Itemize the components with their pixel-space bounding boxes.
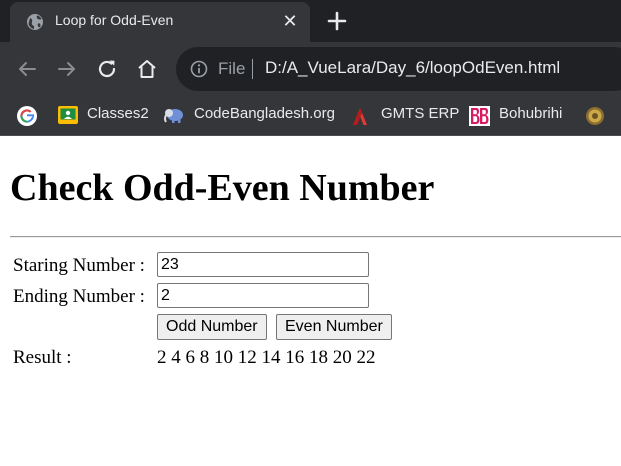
back-icon[interactable] [15,57,39,81]
protocol-label: File [218,59,246,78]
active-tab[interactable]: Loop for Odd-Even ✕ [10,2,310,42]
reload-icon[interactable] [95,57,119,81]
url-text[interactable]: D:/A_VueLara/Day_6/loopOdEven.html [265,58,560,78]
end-number-label: Ending Number : [13,286,145,307]
result-value: 2 4 6 8 10 12 14 16 18 20 22 [157,347,376,368]
elephant-icon [164,109,183,123]
page-content: Check Odd-Even Number Staring Number : E… [0,137,621,466]
bookmark-bohubrihi[interactable]: Bohubrihi [469,104,567,126]
home-icon[interactable] [135,57,159,81]
bookmarks-bar: Classes2 CodeBangladesh.org GMTS ERP Boh… [0,96,621,136]
red-a-icon [353,108,367,125]
start-number-label: Staring Number : [13,255,145,276]
tab-title: Loop for Odd-Even [55,12,174,28]
even-number-button[interactable]: Even Number [276,314,392,340]
bookmark-label: GMTS ERP [381,105,460,122]
horizontal-rule [10,236,621,238]
browser-toolbar: File D:/A_VueLara/Day_6/loopOdEven.html [0,42,621,96]
google-icon [17,106,37,126]
bookmark-google[interactable] [17,104,39,126]
bb-logo-icon [469,106,490,126]
page-title: Check Odd-Even Number [10,167,435,209]
odd-number-button[interactable]: Odd Number [157,314,267,340]
start-number-input[interactable] [157,252,369,277]
classroom-icon [58,106,78,124]
bookmark-label: CodeBangladesh.org [194,105,335,122]
globe-icon [27,14,43,30]
info-icon[interactable] [190,60,208,78]
emblem-icon [586,107,604,125]
close-tab-icon[interactable]: ✕ [280,11,300,31]
bookmark-codebangladesh[interactable]: CodeBangladesh.org [163,104,335,126]
bookmark-label: Bohubrihi [499,105,563,122]
tab-strip: Loop for Odd-Even ✕ [0,0,621,42]
bookmark-gmts-erp[interactable]: GMTS ERP [351,104,459,126]
end-number-input[interactable] [157,283,369,308]
result-label: Result : [13,347,72,368]
address-bar[interactable]: File D:/A_VueLara/Day_6/loopOdEven.html [176,47,621,91]
new-tab-icon[interactable] [325,9,349,33]
address-separator [252,59,253,79]
bookmark-classes2[interactable]: Classes2 [58,104,150,126]
forward-icon[interactable] [55,57,79,81]
bookmark-emblem[interactable] [585,104,605,126]
bookmark-label: Classes2 [87,105,149,122]
